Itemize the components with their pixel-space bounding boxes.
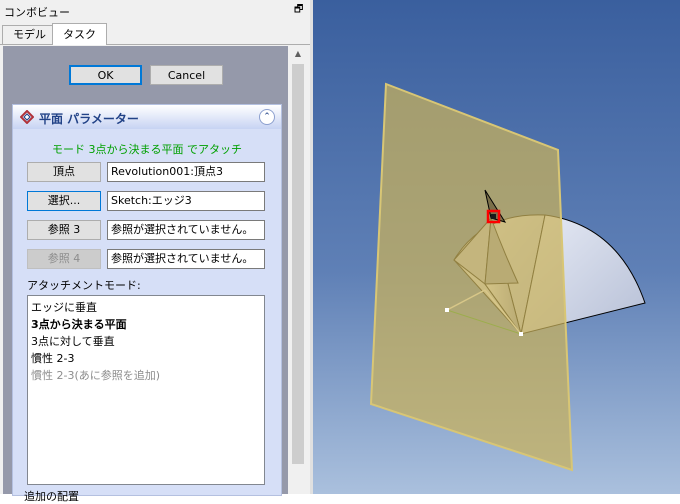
attachment-mode-label: アタッチメントモード: (27, 279, 141, 292)
vertex-marker[interactable] (519, 332, 523, 336)
3d-viewport[interactable] (313, 0, 680, 494)
tab-task[interactable]: タスク (52, 23, 107, 45)
cancel-button[interactable]: Cancel (150, 65, 223, 85)
plane-icon (20, 110, 34, 124)
combo-tabbar: モデル タスク (0, 22, 310, 45)
reference-1-field[interactable]: Revolution001:頂点3 (107, 162, 265, 182)
attachment-mode-list[interactable]: エッジに垂直 3点から決まる平面 3点に対して垂直 慣性 2-3 慣性 2-3(… (27, 295, 265, 485)
vertex-marker[interactable] (445, 308, 449, 312)
reference-3-field[interactable]: 参照が選択されていません。 (107, 220, 265, 240)
plane-parameters-panel: 平面 パラメーター ⌃ モード 3点から決まる平面 でアタッチ 頂点 Revol… (12, 104, 282, 496)
task-scrollbar[interactable]: ▲ (289, 46, 307, 494)
ok-button[interactable]: OK (69, 65, 142, 85)
combo-title: コンボビュー (4, 6, 70, 19)
3d-scene[interactable] (313, 0, 680, 494)
list-item[interactable]: 3点に対して垂直 (31, 333, 115, 349)
list-item[interactable]: 慣性 2-3(あに参照を追加) (31, 367, 160, 383)
tab-model[interactable]: モデル (2, 25, 57, 44)
attach-mode-text: モード 3点から決まる平面 でアタッチ (52, 143, 242, 156)
reference-2-button[interactable]: 選択... (27, 191, 101, 211)
extra-placement-label: 追加の配置 (24, 490, 79, 503)
combo-view: コンボビュー 🗗 モデル タスク OK Cancel 平面 パラメーター ⌃ モ… (0, 0, 310, 503)
reference-2-field[interactable]: Sketch:エッジ3 (107, 191, 265, 211)
reference-4-button: 参照 4 (27, 249, 101, 269)
reference-1-button[interactable]: 頂点 (27, 162, 101, 182)
reference-3-button[interactable]: 参照 3 (27, 220, 101, 240)
list-item[interactable]: 慣性 2-3 (31, 350, 74, 366)
list-item[interactable]: 3点から決まる平面 (31, 316, 127, 332)
collapse-chevron-icon[interactable]: ⌃ (259, 109, 275, 125)
scroll-up-icon[interactable]: ▲ (289, 46, 307, 62)
scroll-thumb[interactable] (292, 64, 304, 464)
combo-header: コンボビュー 🗗 (0, 0, 310, 22)
reference-4-field[interactable]: 参照が選択されていません。 (107, 249, 265, 269)
panel-title: 平面 パラメーター (39, 112, 139, 126)
selected-vertex-dot (491, 214, 496, 219)
panel-header[interactable]: 平面 パラメーター ⌃ (13, 105, 281, 129)
list-item[interactable]: エッジに垂直 (31, 299, 97, 315)
float-window-icon[interactable]: 🗗 (294, 5, 304, 15)
